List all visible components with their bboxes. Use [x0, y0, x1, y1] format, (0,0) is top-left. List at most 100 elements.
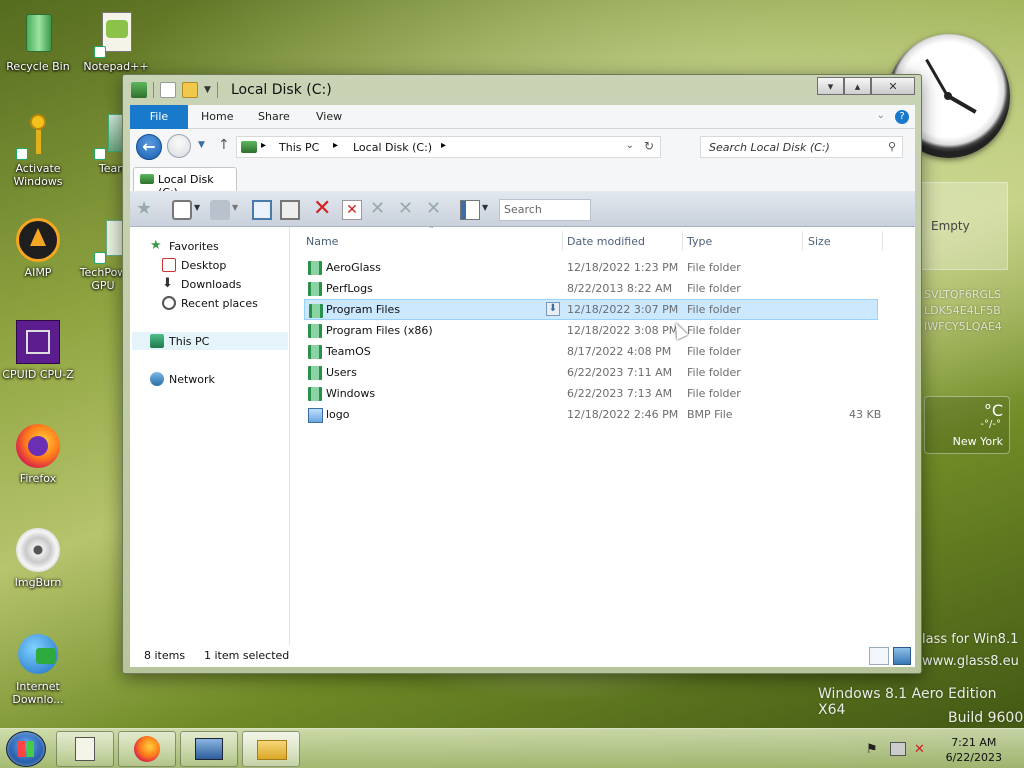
image-file-icon [308, 408, 323, 423]
file-row[interactable]: logo 12/18/2022 2:46 PM BMP File 43 KB [304, 404, 881, 425]
taskbar-app[interactable] [180, 731, 238, 767]
nav-favorites[interactable]: ★ Favorites [150, 237, 219, 255]
desktop-icon-recycle-bin[interactable]: Recycle Bin [0, 10, 76, 73]
file-row[interactable]: Program Files (x86) 12/18/2022 3:08 PM F… [304, 320, 878, 341]
forward-button[interactable] [167, 134, 191, 158]
start-button[interactable] [6, 731, 46, 767]
system-clock[interactable]: 7:21 AM 6/22/2023 [946, 735, 1002, 765]
ribbon-expand-icon[interactable]: ⌄ [877, 110, 885, 121]
copy-to-icon[interactable] [252, 200, 272, 220]
up-arrow-icon[interactable]: ↑ [218, 137, 230, 153]
desktop-icon-cpuz[interactable]: CPUID CPU-Z [0, 318, 76, 381]
search-icon[interactable]: ⚲ [888, 140, 896, 153]
move-to-icon[interactable] [280, 200, 300, 220]
tab-home[interactable]: Home [192, 105, 242, 129]
nav-downloads[interactable]: ⬇ Downloads [162, 275, 241, 293]
clock-date: 6/22/2023 [945, 751, 1002, 764]
column-header-type[interactable]: Type [687, 233, 712, 251]
view-options-icon[interactable] [460, 200, 480, 220]
breadcrumb-local-disk[interactable]: Local Disk (C:) [353, 141, 432, 154]
star-icon[interactable]: ★ [136, 200, 156, 220]
flag-icon[interactable]: ⚑ [866, 742, 878, 757]
close-button[interactable]: ✕ [871, 77, 915, 95]
nav-desktop[interactable]: Desktop [162, 256, 226, 274]
new-folder-icon[interactable] [182, 82, 198, 98]
address-dropdown-icon[interactable]: ⌄ [626, 140, 634, 151]
breadcrumb-separator-icon[interactable]: ▸ [333, 140, 338, 151]
recent-locations-icon[interactable]: ▼ [198, 140, 205, 150]
gadget-panel[interactable]: Empty [918, 182, 1008, 270]
search-placeholder: Search Local Disk (C:) [709, 141, 830, 154]
desktop-icon-imgburn[interactable]: ImgBurn [0, 526, 76, 589]
folder-icon [308, 324, 322, 338]
file-row[interactable]: TeamOS 8/17/2022 4:08 PM File folder [304, 341, 878, 362]
volume-muted-icon[interactable]: ✕ [914, 742, 925, 757]
taskbar-explorer[interactable] [242, 731, 300, 767]
details-view-icon[interactable] [869, 647, 889, 665]
tab-file[interactable]: File [130, 105, 188, 129]
nav-recent-places[interactable]: Recent places [162, 294, 258, 312]
back-button[interactable]: ← [136, 134, 162, 160]
desktop-icon-label: Recycle Bin [6, 60, 70, 73]
refresh-icon[interactable]: ↻ [644, 139, 654, 153]
toolbar-search-input[interactable]: Search [499, 199, 591, 221]
large-icons-view-icon[interactable] [893, 647, 911, 665]
chevron-down-icon[interactable]: ▼ [232, 203, 240, 223]
taskbar-notepadpp[interactable] [56, 731, 114, 767]
desktop-icon-activate-windows[interactable]: Activate Windows [0, 112, 76, 188]
title-bar[interactable]: ▼ Local Disk (C:) ▾ ▴ ✕ [123, 75, 921, 105]
desktop-icon-firefox[interactable]: Firefox [0, 422, 76, 485]
help-icon[interactable]: ? [895, 110, 909, 124]
chevron-down-icon[interactable]: ▼ [194, 203, 202, 223]
nav-this-pc[interactable]: This PC [132, 332, 288, 350]
status-item-count: 8 items [144, 649, 186, 662]
paste-icon[interactable]: ✕ [426, 200, 446, 220]
file-list[interactable]: ⌃ Name Date modified Type Size AeroGlass… [290, 225, 915, 645]
map-drive-icon[interactable] [210, 200, 230, 220]
chevron-down-icon[interactable]: ▼ [482, 203, 490, 223]
file-name: AeroGlass [326, 261, 381, 274]
desktop-icon-label: Team [98, 162, 128, 175]
folder-tab[interactable]: Local Disk (C:) [133, 167, 237, 199]
tab-view[interactable]: View [307, 105, 351, 129]
column-header-date[interactable]: Date modified [567, 233, 645, 251]
desktop-icon-label: CPUID CPU-Z [2, 368, 74, 381]
column-header-size[interactable]: Size [808, 233, 831, 251]
explorer-window[interactable]: ▼ Local Disk (C:) ▾ ▴ ✕ File Home Share … [122, 74, 922, 674]
copy-icon[interactable]: ✕ [398, 200, 418, 220]
history-icon[interactable] [172, 200, 192, 220]
network-status-icon[interactable] [890, 742, 906, 756]
desktop-icon-aimp[interactable]: AIMP [0, 216, 76, 279]
desktop-icon [162, 258, 176, 272]
search-input[interactable]: Search Local Disk (C:) ⚲ [700, 136, 903, 158]
cut-icon[interactable]: ✕ [370, 200, 390, 220]
desktop-icon-label: TechPow GPU [79, 266, 127, 292]
close-window-icon[interactable]: ✕ [342, 200, 362, 220]
sort-indicator-icon: ⌃ [428, 225, 435, 234]
tab-share[interactable]: Share [249, 105, 299, 129]
minimize-button[interactable]: ▾ [817, 77, 844, 95]
chevron-down-icon: ▾ [827, 79, 834, 93]
file-row[interactable]: AeroGlass 12/18/2022 1:23 PM File folder [304, 257, 878, 278]
file-date: 12/18/2022 1:23 PM [567, 261, 679, 274]
desktop-icon-internet-download[interactable]: Internet Downlo... [0, 630, 76, 706]
file-row[interactable]: PerfLogs 8/22/2013 8:22 AM File folder [304, 278, 878, 299]
file-row-selected[interactable]: Program Files ⬇ 12/18/2022 3:07 PM File … [304, 299, 878, 320]
weather-gadget[interactable]: °C -°/-° New York [924, 396, 1010, 454]
breadcrumb-this-pc[interactable]: This PC [279, 141, 319, 154]
delete-icon[interactable]: ✕ [313, 198, 333, 220]
taskbar-firefox[interactable] [118, 731, 176, 767]
maximize-button[interactable]: ▴ [844, 77, 871, 95]
properties-icon[interactable] [160, 82, 176, 98]
breadcrumb-separator-icon[interactable]: ▸ [261, 140, 266, 151]
nav-network[interactable]: Network [150, 370, 215, 388]
desktop-icon-notepadpp[interactable]: Notepad++ [78, 10, 154, 73]
breadcrumb-separator-icon[interactable]: ▸ [441, 140, 446, 151]
chevron-down-icon[interactable]: ▼ [204, 85, 211, 95]
file-row[interactable]: Windows 6/22/2023 7:13 AM File folder [304, 383, 878, 404]
nav-label: This PC [169, 334, 210, 348]
column-header-name[interactable]: Name [306, 233, 338, 251]
clock-time: 7:21 AM [951, 736, 997, 749]
file-row[interactable]: Users 6/22/2023 7:11 AM File folder [304, 362, 878, 383]
address-field[interactable]: ▸ This PC ▸ Local Disk (C:) ▸ ⌄ ↻ [236, 136, 661, 158]
